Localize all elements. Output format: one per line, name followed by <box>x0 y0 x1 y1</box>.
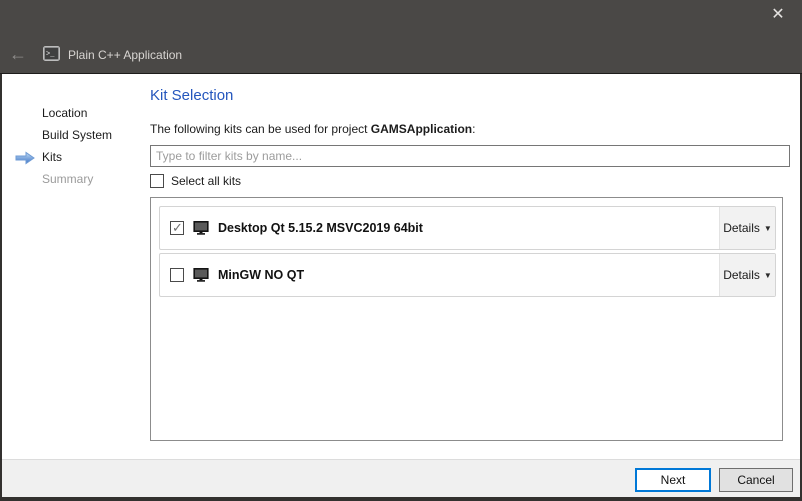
sidebar-item-label: Kits <box>42 150 62 164</box>
select-all-label: Select all kits <box>171 174 241 188</box>
details-button[interactable]: Details ▼ <box>719 254 775 296</box>
kit-name: MinGW NO QT <box>218 268 304 282</box>
desktop-monitor-icon <box>193 268 209 282</box>
desktop-monitor-icon <box>193 221 209 235</box>
details-button[interactable]: Details ▼ <box>719 207 775 249</box>
chevron-down-icon: ▼ <box>764 224 772 233</box>
sidebar-item-label: Location <box>42 106 87 120</box>
sidebar-item-label: Build System <box>42 128 112 142</box>
kit-selection-pane: Kit Selection The following kits can be … <box>150 74 790 441</box>
wizard-window: ← >_ Plain C++ Application ✕ Location Bu… <box>0 0 802 501</box>
sidebar-item-location[interactable]: Location <box>2 102 150 124</box>
sidebar-item-summary: Summary <box>2 168 150 190</box>
wizard-content: Location Build System Kits <box>2 74 800 459</box>
kit-checkbox[interactable] <box>170 268 184 282</box>
kit-filter-input[interactable] <box>150 145 790 167</box>
cancel-button[interactable]: Cancel <box>719 468 793 492</box>
project-name: GAMSApplication <box>371 122 472 136</box>
svg-text:>_: >_ <box>46 51 55 59</box>
description-suffix: : <box>472 122 475 136</box>
kit-row-desktop-qt[interactable]: Desktop Qt 5.15.2 MSVC2019 64bit Details… <box>159 206 776 250</box>
sidebar-item-kits[interactable]: Kits <box>2 146 150 168</box>
description-text: The following kits can be used for proje… <box>150 122 371 136</box>
titlebar: ← >_ Plain C++ Application ✕ <box>0 0 802 74</box>
close-icon[interactable]: ✕ <box>767 5 789 25</box>
next-button[interactable]: Next <box>635 468 711 492</box>
sidebar-item-label: Summary <box>42 172 93 186</box>
chevron-down-icon: ▼ <box>764 271 772 280</box>
terminal-app-icon: >_ <box>43 46 60 66</box>
back-arrow-icon[interactable]: ← <box>9 44 27 64</box>
sidebar-item-build-system[interactable]: Build System <box>2 124 150 146</box>
kit-row-mingw[interactable]: MinGW NO QT Details ▼ <box>159 253 776 297</box>
details-label: Details <box>723 268 760 282</box>
kit-list: Desktop Qt 5.15.2 MSVC2019 64bit Details… <box>150 197 783 441</box>
details-label: Details <box>723 221 760 235</box>
wizard-steps-sidebar: Location Build System Kits <box>2 102 150 190</box>
kits-description: The following kits can be used for proje… <box>150 122 790 136</box>
select-all-kits-row[interactable]: Select all kits <box>150 174 790 188</box>
wizard-footer: Next Cancel <box>2 459 800 497</box>
select-all-checkbox[interactable] <box>150 174 164 188</box>
window-title: Plain C++ Application <box>68 48 182 62</box>
kit-name: Desktop Qt 5.15.2 MSVC2019 64bit <box>218 221 423 235</box>
page-title: Kit Selection <box>150 87 790 104</box>
kit-checkbox[interactable] <box>170 221 184 235</box>
